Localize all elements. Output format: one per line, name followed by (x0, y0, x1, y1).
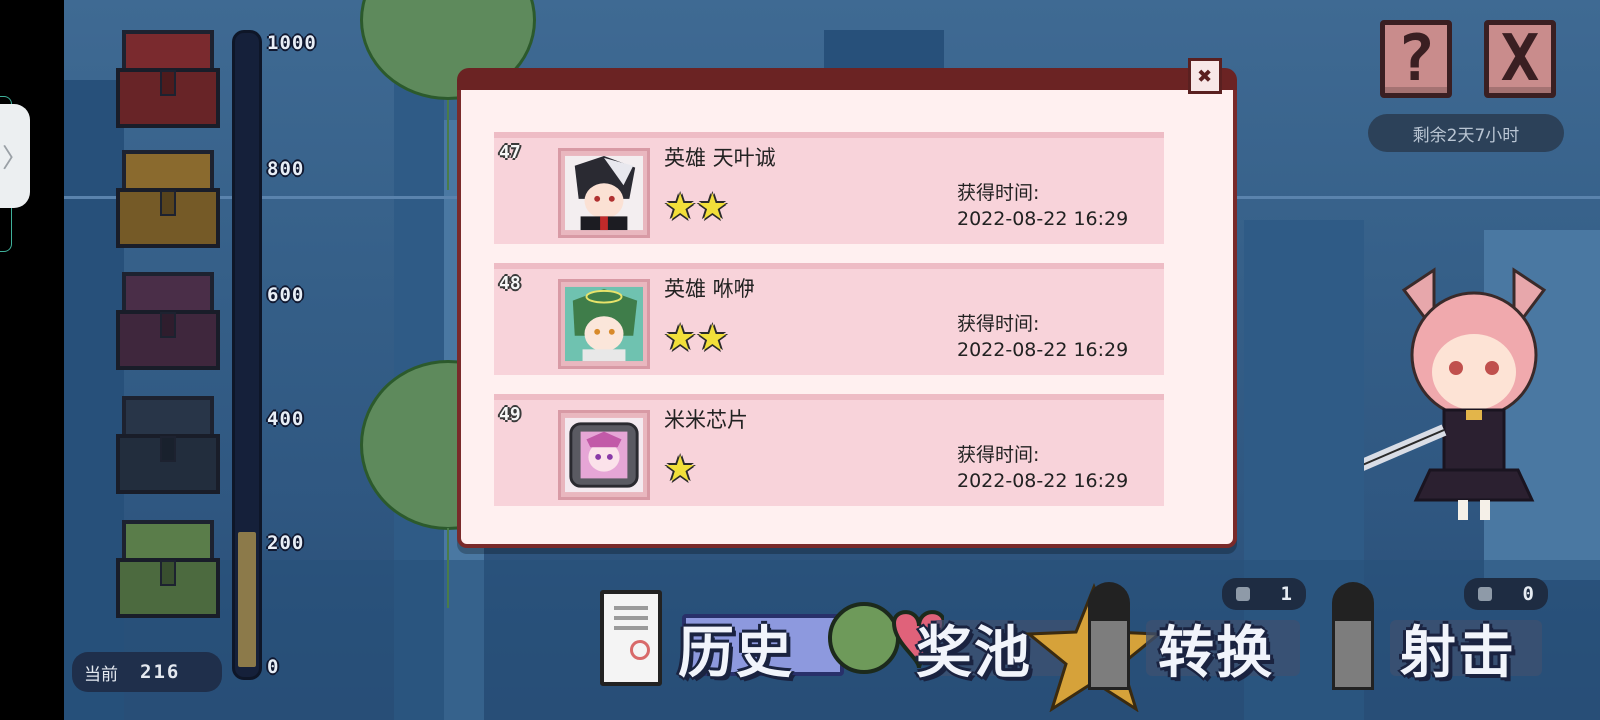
progress-gauge (232, 30, 262, 680)
chest-lock (160, 436, 176, 462)
entry-name: 英雄 天叶诚 (664, 146, 776, 170)
bullet-body (1088, 618, 1130, 690)
obtained-time-value: 2022-08-22 16:29 (957, 208, 1129, 230)
gem-icon (1236, 587, 1250, 601)
entry-index: 49 (499, 404, 521, 425)
chest-lid (122, 150, 214, 192)
bullet-counter: 0 (1464, 578, 1548, 610)
convert-label[interactable]: 转换 (1158, 608, 1274, 689)
bullet-tip (1088, 582, 1130, 622)
chest-lock (160, 70, 176, 96)
history-entry: 48 英雄 咻咿 ★★ 获得时间: 2022-08-22 16:29 (494, 263, 1164, 375)
scale-label-1000: 1000 (267, 32, 317, 54)
chest-lid (122, 30, 214, 72)
star-icon: ★★ (664, 187, 729, 228)
balloon-string (447, 528, 449, 608)
help-icon: ? (1396, 22, 1436, 96)
scale-label-0: 0 (267, 656, 280, 678)
help-button[interactable]: ? (1380, 20, 1452, 98)
mimi-chip-portrait (565, 417, 643, 493)
balloon-string (447, 100, 449, 190)
entry-portrait-frame (558, 148, 650, 238)
shoot-label[interactable]: 射击 (1400, 608, 1516, 689)
entry-index: 48 (499, 273, 521, 294)
entry-portrait-frame (558, 410, 650, 500)
scale-label-600: 600 (267, 284, 305, 306)
current-points-box: 当前 216 (72, 652, 222, 692)
current-label: 当前 (84, 664, 118, 685)
reward-chest-400[interactable] (116, 396, 220, 494)
history-entry: 47 英雄 天叶诚 ★★ 获得时间: 2022-08-22 16:29 (494, 132, 1164, 244)
reward-chest-200[interactable] (116, 520, 220, 618)
history-document-icon[interactable] (600, 590, 662, 686)
chest-lid (122, 520, 214, 562)
doc-line (614, 626, 648, 630)
scale-label-800: 800 (267, 158, 305, 180)
hero-tianye-cheng-portrait (565, 155, 643, 231)
entry-name: 英雄 咻咿 (664, 277, 755, 301)
scale-label-200: 200 (267, 532, 305, 554)
history-entry: 49 米米芯片 ★ 获得时间: 2022-08-22 16:29 (494, 394, 1164, 506)
gem-counter: 1 (1222, 578, 1306, 610)
star-icon: ★ (664, 449, 697, 490)
obtained-time-label: 获得时间: (957, 182, 1040, 204)
entry-stars: ★★ (664, 190, 729, 226)
obtained-time-value: 2022-08-22 16:29 (957, 339, 1129, 361)
close-event-button[interactable]: X (1484, 20, 1556, 98)
stamp-mark (630, 640, 650, 660)
gem-count: 1 (1280, 583, 1292, 605)
obtained-time-label: 获得时间: (957, 444, 1040, 466)
reward-chest-600[interactable] (116, 272, 220, 370)
entry-name: 米米芯片 (664, 408, 748, 432)
chest-lid (122, 272, 214, 314)
doc-line (614, 606, 648, 610)
close-icon: X (1500, 22, 1540, 96)
prize-pool-label[interactable]: 奖池 (916, 608, 1032, 689)
dialog-close-button[interactable]: ✖ (1188, 58, 1222, 94)
entry-stars: ★ (664, 452, 696, 488)
star-icon: ★★ (664, 318, 729, 359)
progress-fill (238, 532, 256, 667)
current-value: 216 (140, 661, 181, 683)
cat-girl-character (1364, 267, 1547, 520)
reward-chest-1000[interactable] (116, 30, 220, 128)
bullet-icon (1478, 587, 1492, 601)
chest-lock (160, 190, 176, 216)
side-drawer-handle[interactable]: 〉 (0, 104, 30, 208)
history-dialog: 47 英雄 天叶诚 ★★ 获得时间: 2022-08-22 16:29 48 英… (457, 58, 1237, 548)
bullet-count: 0 (1522, 583, 1534, 605)
obtained-time-label: 获得时间: (957, 313, 1040, 335)
scale-label-400: 400 (267, 408, 305, 430)
entry-stars: ★★ (664, 321, 729, 357)
chevron-right-icon: 〉 (1, 143, 28, 174)
history-label[interactable]: 历史 (678, 608, 794, 689)
close-icon: ✖ (1197, 62, 1213, 90)
chest-lock (160, 312, 176, 338)
hero-xiuyi-portrait (565, 286, 643, 362)
shoot-bullet-icon[interactable] (1332, 582, 1374, 690)
bullet-tip (1332, 582, 1374, 622)
dialog-body: 47 英雄 天叶诚 ★★ 获得时间: 2022-08-22 16:29 48 英… (457, 90, 1237, 548)
convert-bullet-icon[interactable] (1088, 582, 1130, 690)
entry-portrait-frame (558, 279, 650, 369)
doc-line (614, 616, 648, 620)
chest-lid (122, 396, 214, 438)
obtained-time-value: 2022-08-22 16:29 (957, 470, 1129, 492)
reward-chest-800[interactable] (116, 150, 220, 248)
chest-lock (160, 560, 176, 586)
entry-index: 47 (499, 142, 521, 163)
bullet-body (1332, 618, 1374, 690)
remaining-time-pill: 剩余2天7小时 (1368, 114, 1564, 152)
